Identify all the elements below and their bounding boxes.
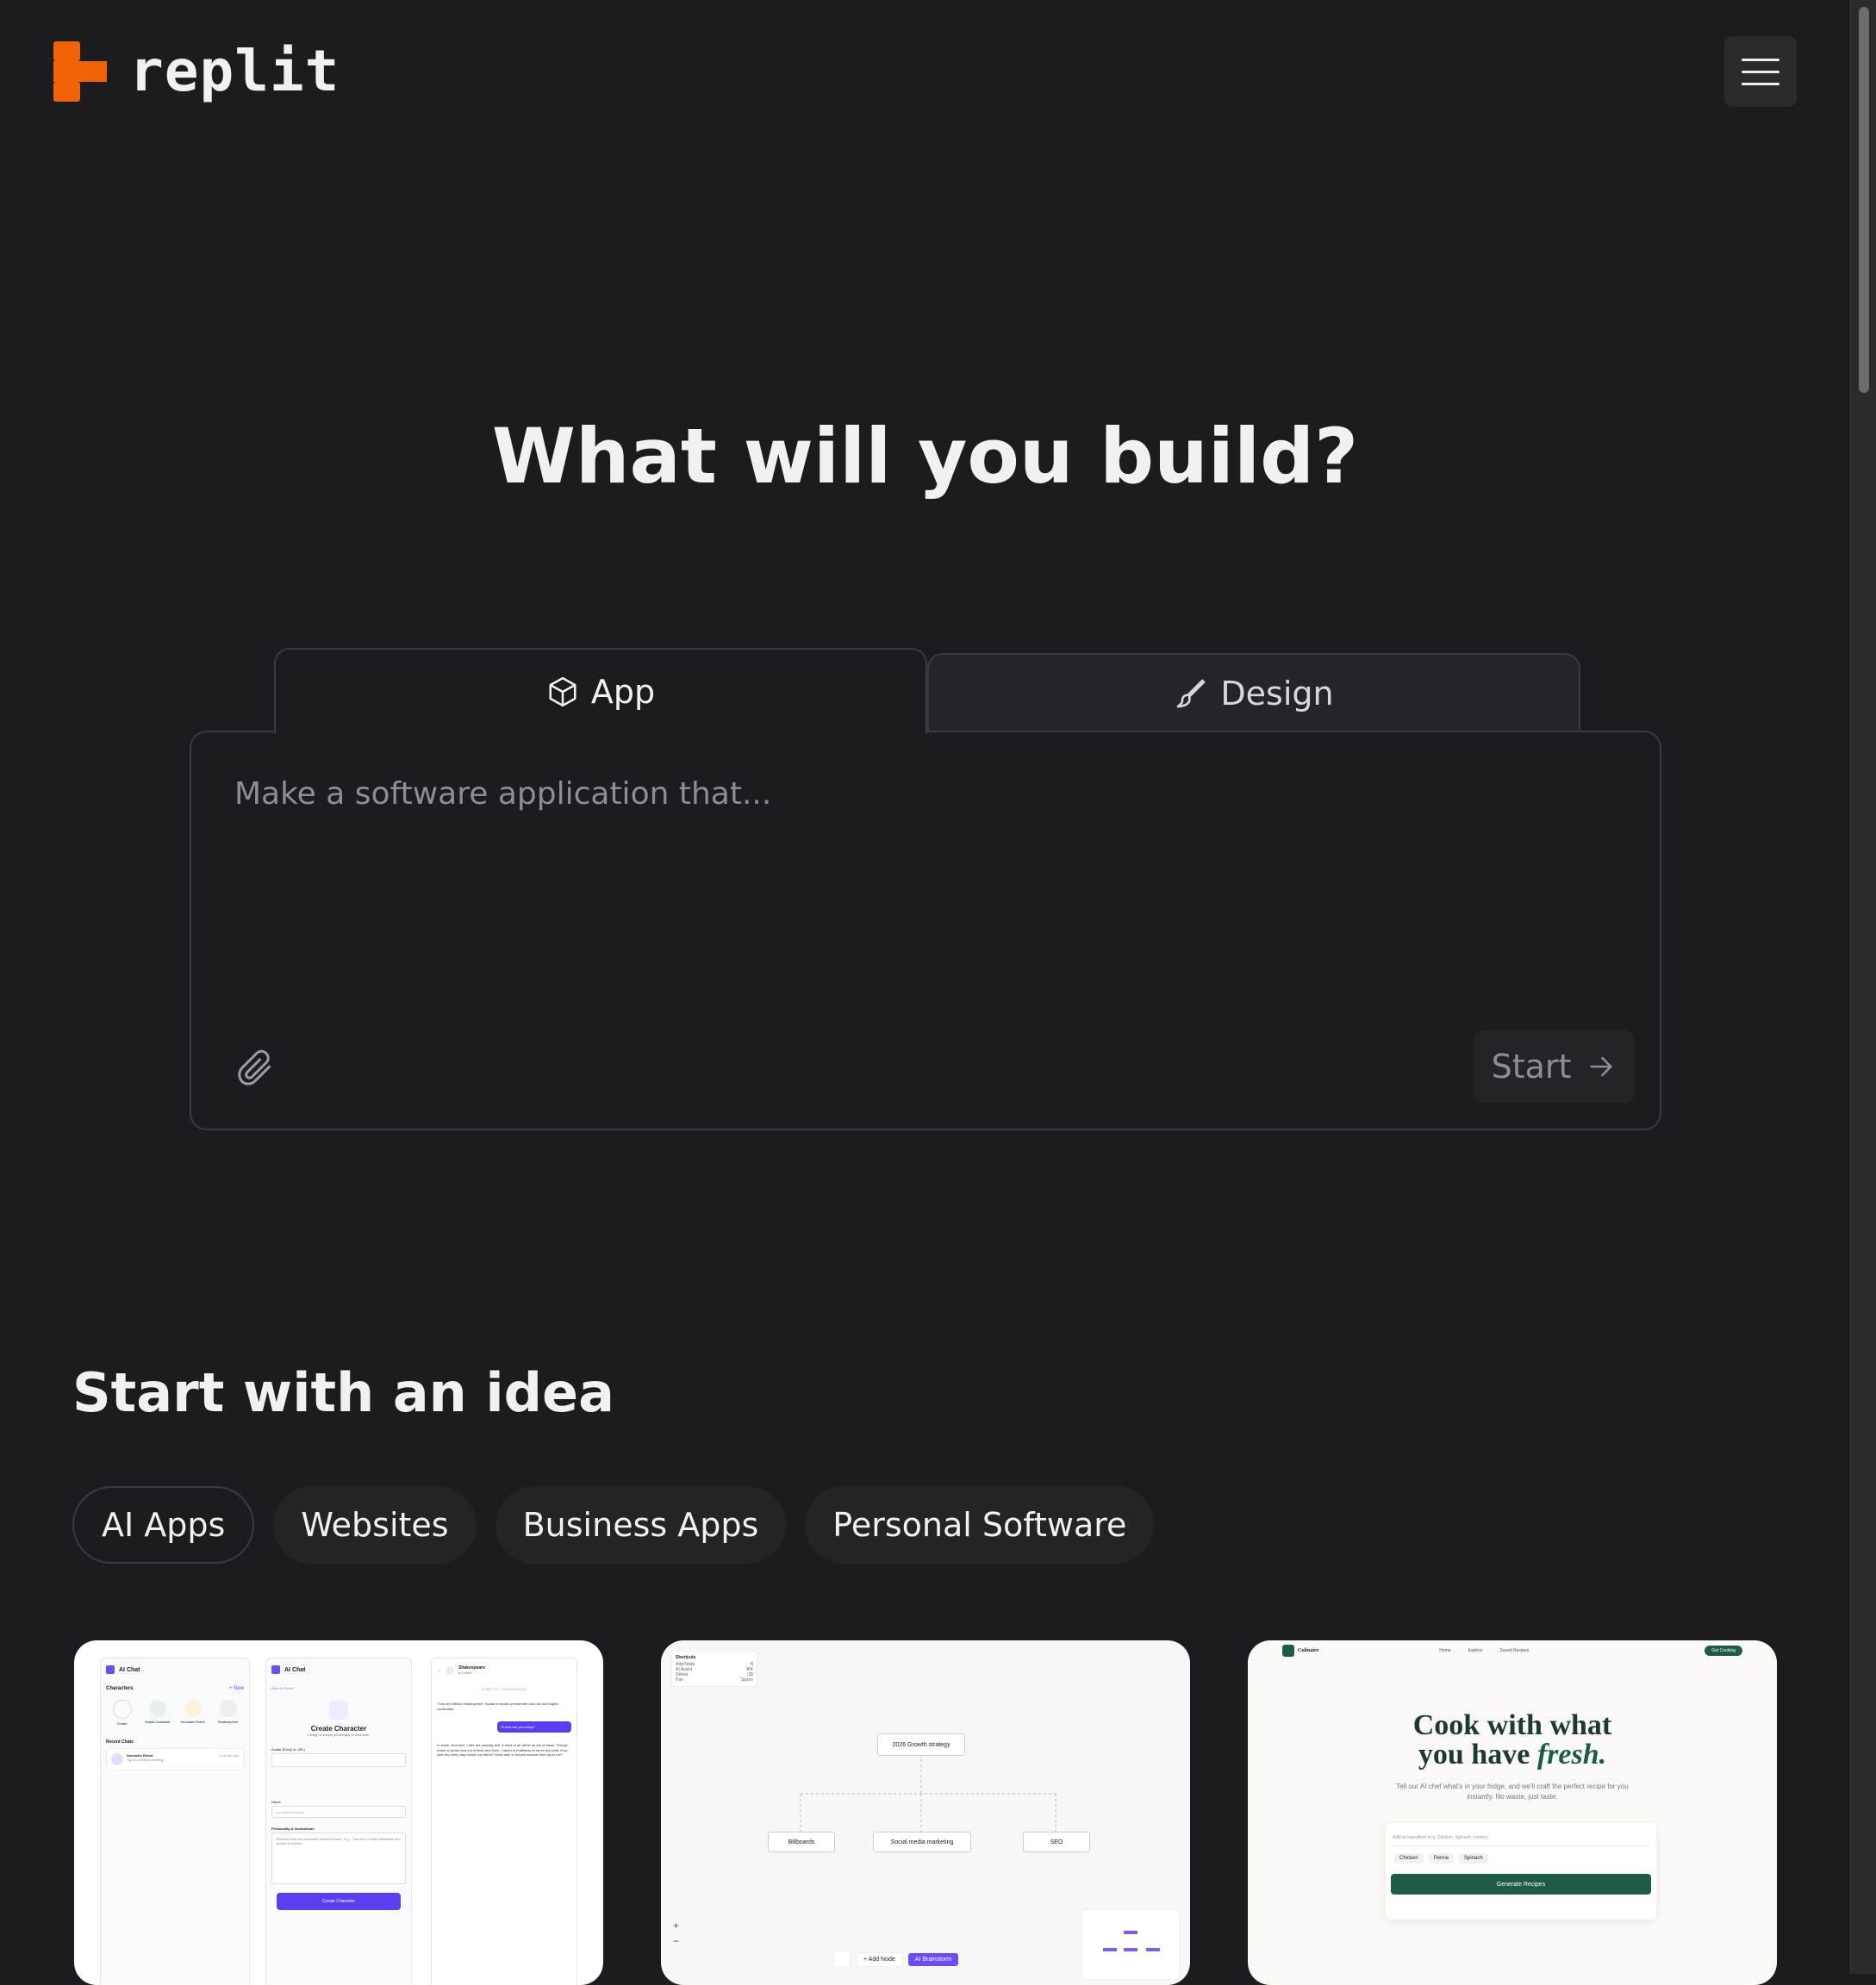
category-ai-apps[interactable]: AI Apps	[72, 1486, 255, 1564]
ingredient-panel: Add an ingredient (e.g. Chicken, Spinach…	[1386, 1823, 1656, 1920]
recent-chat-time: 1 minute ago	[218, 1753, 239, 1758]
paperclip-icon[interactable]	[236, 1049, 274, 1087]
ai-brainstorm-button[interactable]: AI Brainstorm	[907, 1952, 959, 1966]
chat-home-panel: AI Chat Characters + New Create Helpful …	[100, 1658, 250, 1985]
chat-status: ● Online	[458, 1671, 472, 1675]
layout-icon[interactable]	[833, 1951, 851, 1968]
tab-design[interactable]: Design	[927, 653, 1580, 732]
create-character-panel: AI Chat Back to Home Create Character De…	[265, 1658, 412, 1985]
characters-label: Characters	[106, 1686, 134, 1691]
ingredient-chip[interactable]: Penne	[1428, 1853, 1455, 1864]
start-button[interactable]: Start	[1474, 1030, 1634, 1103]
recipe-logo-icon	[1282, 1645, 1294, 1657]
ingredient-chip[interactable]: Chicken	[1394, 1853, 1424, 1864]
scrollbar-thumb[interactable]	[1859, 7, 1869, 393]
ingredient-chip[interactable]: Spinach	[1459, 1853, 1488, 1864]
headline-line: Cook with what	[1412, 1709, 1612, 1741]
idea-card-ai-chat[interactable]: AI Chat Characters + New Create Helpful …	[74, 1640, 603, 1985]
character-shakespeare[interactable]: Shakespeare	[213, 1700, 244, 1726]
create-title: Create Character	[310, 1725, 367, 1733]
sparkle-icon	[329, 1701, 348, 1720]
chat-app-title: AI Chat	[119, 1666, 140, 1673]
headline-line: you have	[1418, 1739, 1530, 1770]
brush-icon	[1177, 679, 1206, 708]
idea-card-recipe[interactable]: Culinaire Home Explore Saved Recipes Get…	[1248, 1640, 1777, 1985]
nav-explore[interactable]: Explore	[1468, 1648, 1483, 1653]
recent-chat-sub: Tap to continue chatting	[127, 1758, 164, 1762]
recipe-nav: Culinaire Home Explore Saved Recipes Get…	[1248, 1640, 1777, 1661]
tab-design-label: Design	[1220, 675, 1334, 712]
generate-recipes-button[interactable]: Generate Recipes	[1391, 1874, 1651, 1895]
root-node[interactable]: 2026 Growth strategy	[877, 1733, 965, 1756]
hamburger-line	[1742, 82, 1779, 85]
new-character-link[interactable]: + New	[229, 1686, 244, 1691]
idea-card-mind-map[interactable]: Shortcuts Add Node N AI Assist ⌘K Delete ⌫ …	[661, 1640, 1190, 1985]
name-field[interactable]: e.g. Albert Einstein	[271, 1806, 406, 1818]
headline-emphasis: fresh.	[1536, 1739, 1607, 1770]
conversation-label: START OF CONVERSATION	[481, 1687, 527, 1691]
child-node[interactable]: Social media marketing	[873, 1832, 971, 1852]
name-label: Name	[271, 1800, 281, 1804]
map-toolbar: + Add Node AI Brainstorm	[833, 1951, 959, 1968]
nav-home[interactable]: Home	[1439, 1648, 1450, 1653]
category-pills: AI Apps Websites Business Apps Personal …	[72, 1486, 1155, 1564]
child-node[interactable]: SEO	[1023, 1832, 1090, 1852]
recent-chats-label: Recent Chats	[106, 1739, 134, 1745]
start-label: Start	[1491, 1048, 1572, 1086]
category-business-apps[interactable]: Business Apps	[495, 1486, 787, 1564]
zoom-controls[interactable]: + −	[673, 1918, 679, 1949]
back-arrow-icon[interactable]: ←	[437, 1668, 441, 1673]
bot-message: In sooth, kind soul, I fare but passing …	[437, 1743, 568, 1758]
hero-title: What will you build?	[491, 412, 1359, 501]
character-create[interactable]: Create	[107, 1700, 138, 1726]
hamburger-icon	[1742, 58, 1779, 61]
character-label: Helpful Assistant	[144, 1720, 171, 1724]
personality-label: Personality & Instructions	[271, 1826, 315, 1831]
personality-field[interactable]: Describe how this character should behav…	[271, 1833, 406, 1884]
child-node[interactable]: Billboards	[768, 1832, 835, 1852]
recipe-sub: Tell our AI chef what's in your fridge, …	[1396, 1783, 1629, 1801]
minimap[interactable]	[1081, 1909, 1180, 1980]
bot-message: Thou art William Shakespeare. Speak in i…	[437, 1702, 559, 1711]
category-personal-software[interactable]: Personal Software	[805, 1486, 1155, 1564]
get-cooking-button[interactable]: Get Cooking	[1705, 1646, 1742, 1656]
arrow-right-icon	[1590, 1056, 1613, 1077]
character-helpful[interactable]: Helpful Assistant	[142, 1700, 173, 1726]
character-label: Shakespeare	[217, 1720, 239, 1724]
category-websites[interactable]: Websites	[273, 1486, 477, 1564]
logo[interactable]: replit	[53, 41, 340, 102]
prompt-input[interactable]	[233, 767, 1580, 820]
tab-app[interactable]: App	[274, 648, 927, 734]
hamburger-line	[1742, 70, 1779, 73]
create-character-button[interactable]: Create Character	[277, 1893, 401, 1910]
brand-name: replit	[129, 38, 340, 104]
add-node-button[interactable]: + Add Node	[856, 1951, 903, 1967]
back-link[interactable]: Back to Home	[266, 1681, 411, 1696]
chat-app-icon	[106, 1665, 115, 1674]
nav-saved[interactable]: Saved Recipes	[1500, 1648, 1530, 1653]
chat-app-title: AI Chat	[284, 1666, 306, 1673]
avatar	[111, 1753, 123, 1765]
chat-panel: ← Shakespeare ● Online START OF CONVERSAT…	[431, 1658, 577, 1985]
ingredient-input[interactable]: Add an ingredient (e.g. Chicken, Spinach…	[1393, 1830, 1649, 1846]
character-sarcastic[interactable]: Sarcastic Robot	[178, 1700, 209, 1726]
scrollbar[interactable]	[1850, 0, 1876, 1974]
chat-app-icon	[271, 1665, 280, 1674]
avatar-field[interactable]	[271, 1753, 406, 1767]
recent-chat-item[interactable]: Sarcastic Robot 1 minute ago Tap to conti…	[106, 1748, 244, 1770]
avatar-label: Avatar (Emoji or URL)	[271, 1747, 306, 1752]
recipe-brand: Culinaire	[1298, 1648, 1319, 1653]
character-label: Create	[116, 1721, 128, 1726]
character-label: Sarcastic Robot	[180, 1720, 205, 1724]
menu-button[interactable]	[1724, 36, 1797, 107]
ideas-title: Start with an idea	[72, 1361, 614, 1424]
avatar	[446, 1665, 454, 1675]
recipe-headline: Cook with what you have fresh.	[1248, 1711, 1777, 1770]
user-message: Hi how are you today?	[497, 1721, 571, 1733]
prompt-box: Start	[190, 731, 1661, 1130]
cube-icon	[549, 676, 577, 707]
tab-app-label: App	[590, 673, 656, 711]
replit-logo-icon	[53, 41, 107, 102]
